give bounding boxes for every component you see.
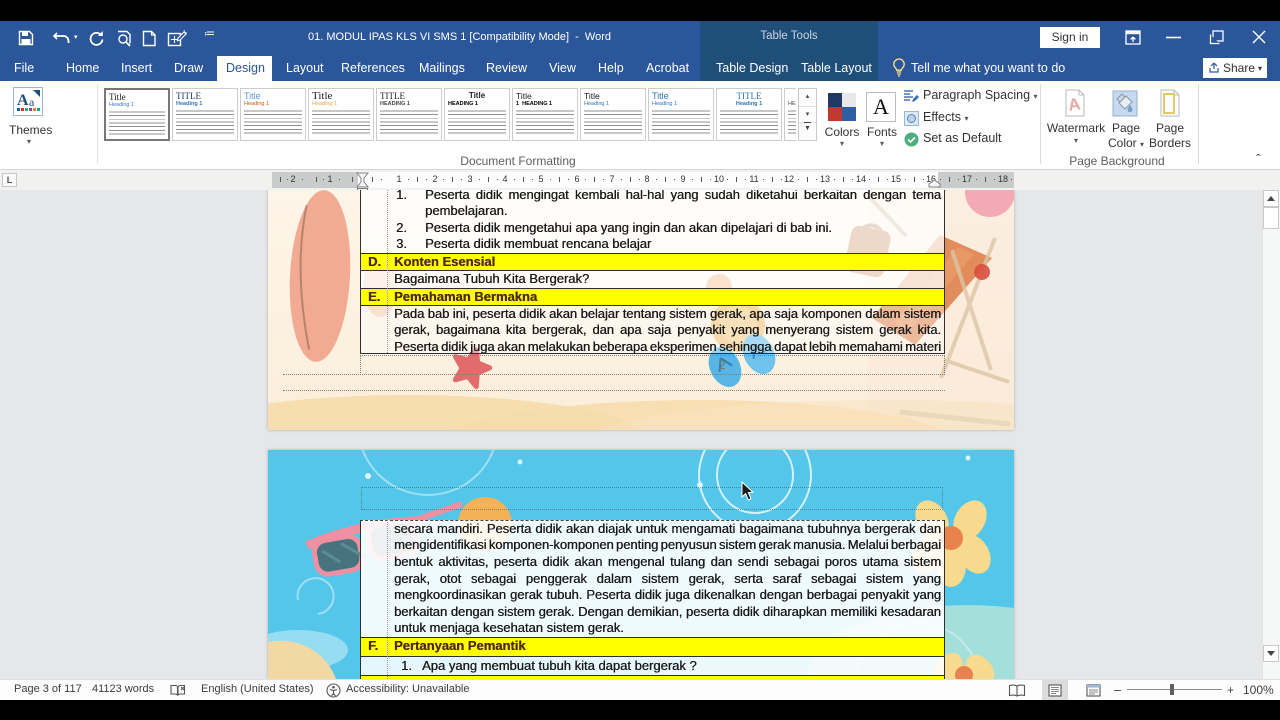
svg-text:a: a: [29, 95, 35, 109]
svg-text:A: A: [17, 92, 29, 109]
svg-text:A: A: [1067, 94, 1082, 115]
